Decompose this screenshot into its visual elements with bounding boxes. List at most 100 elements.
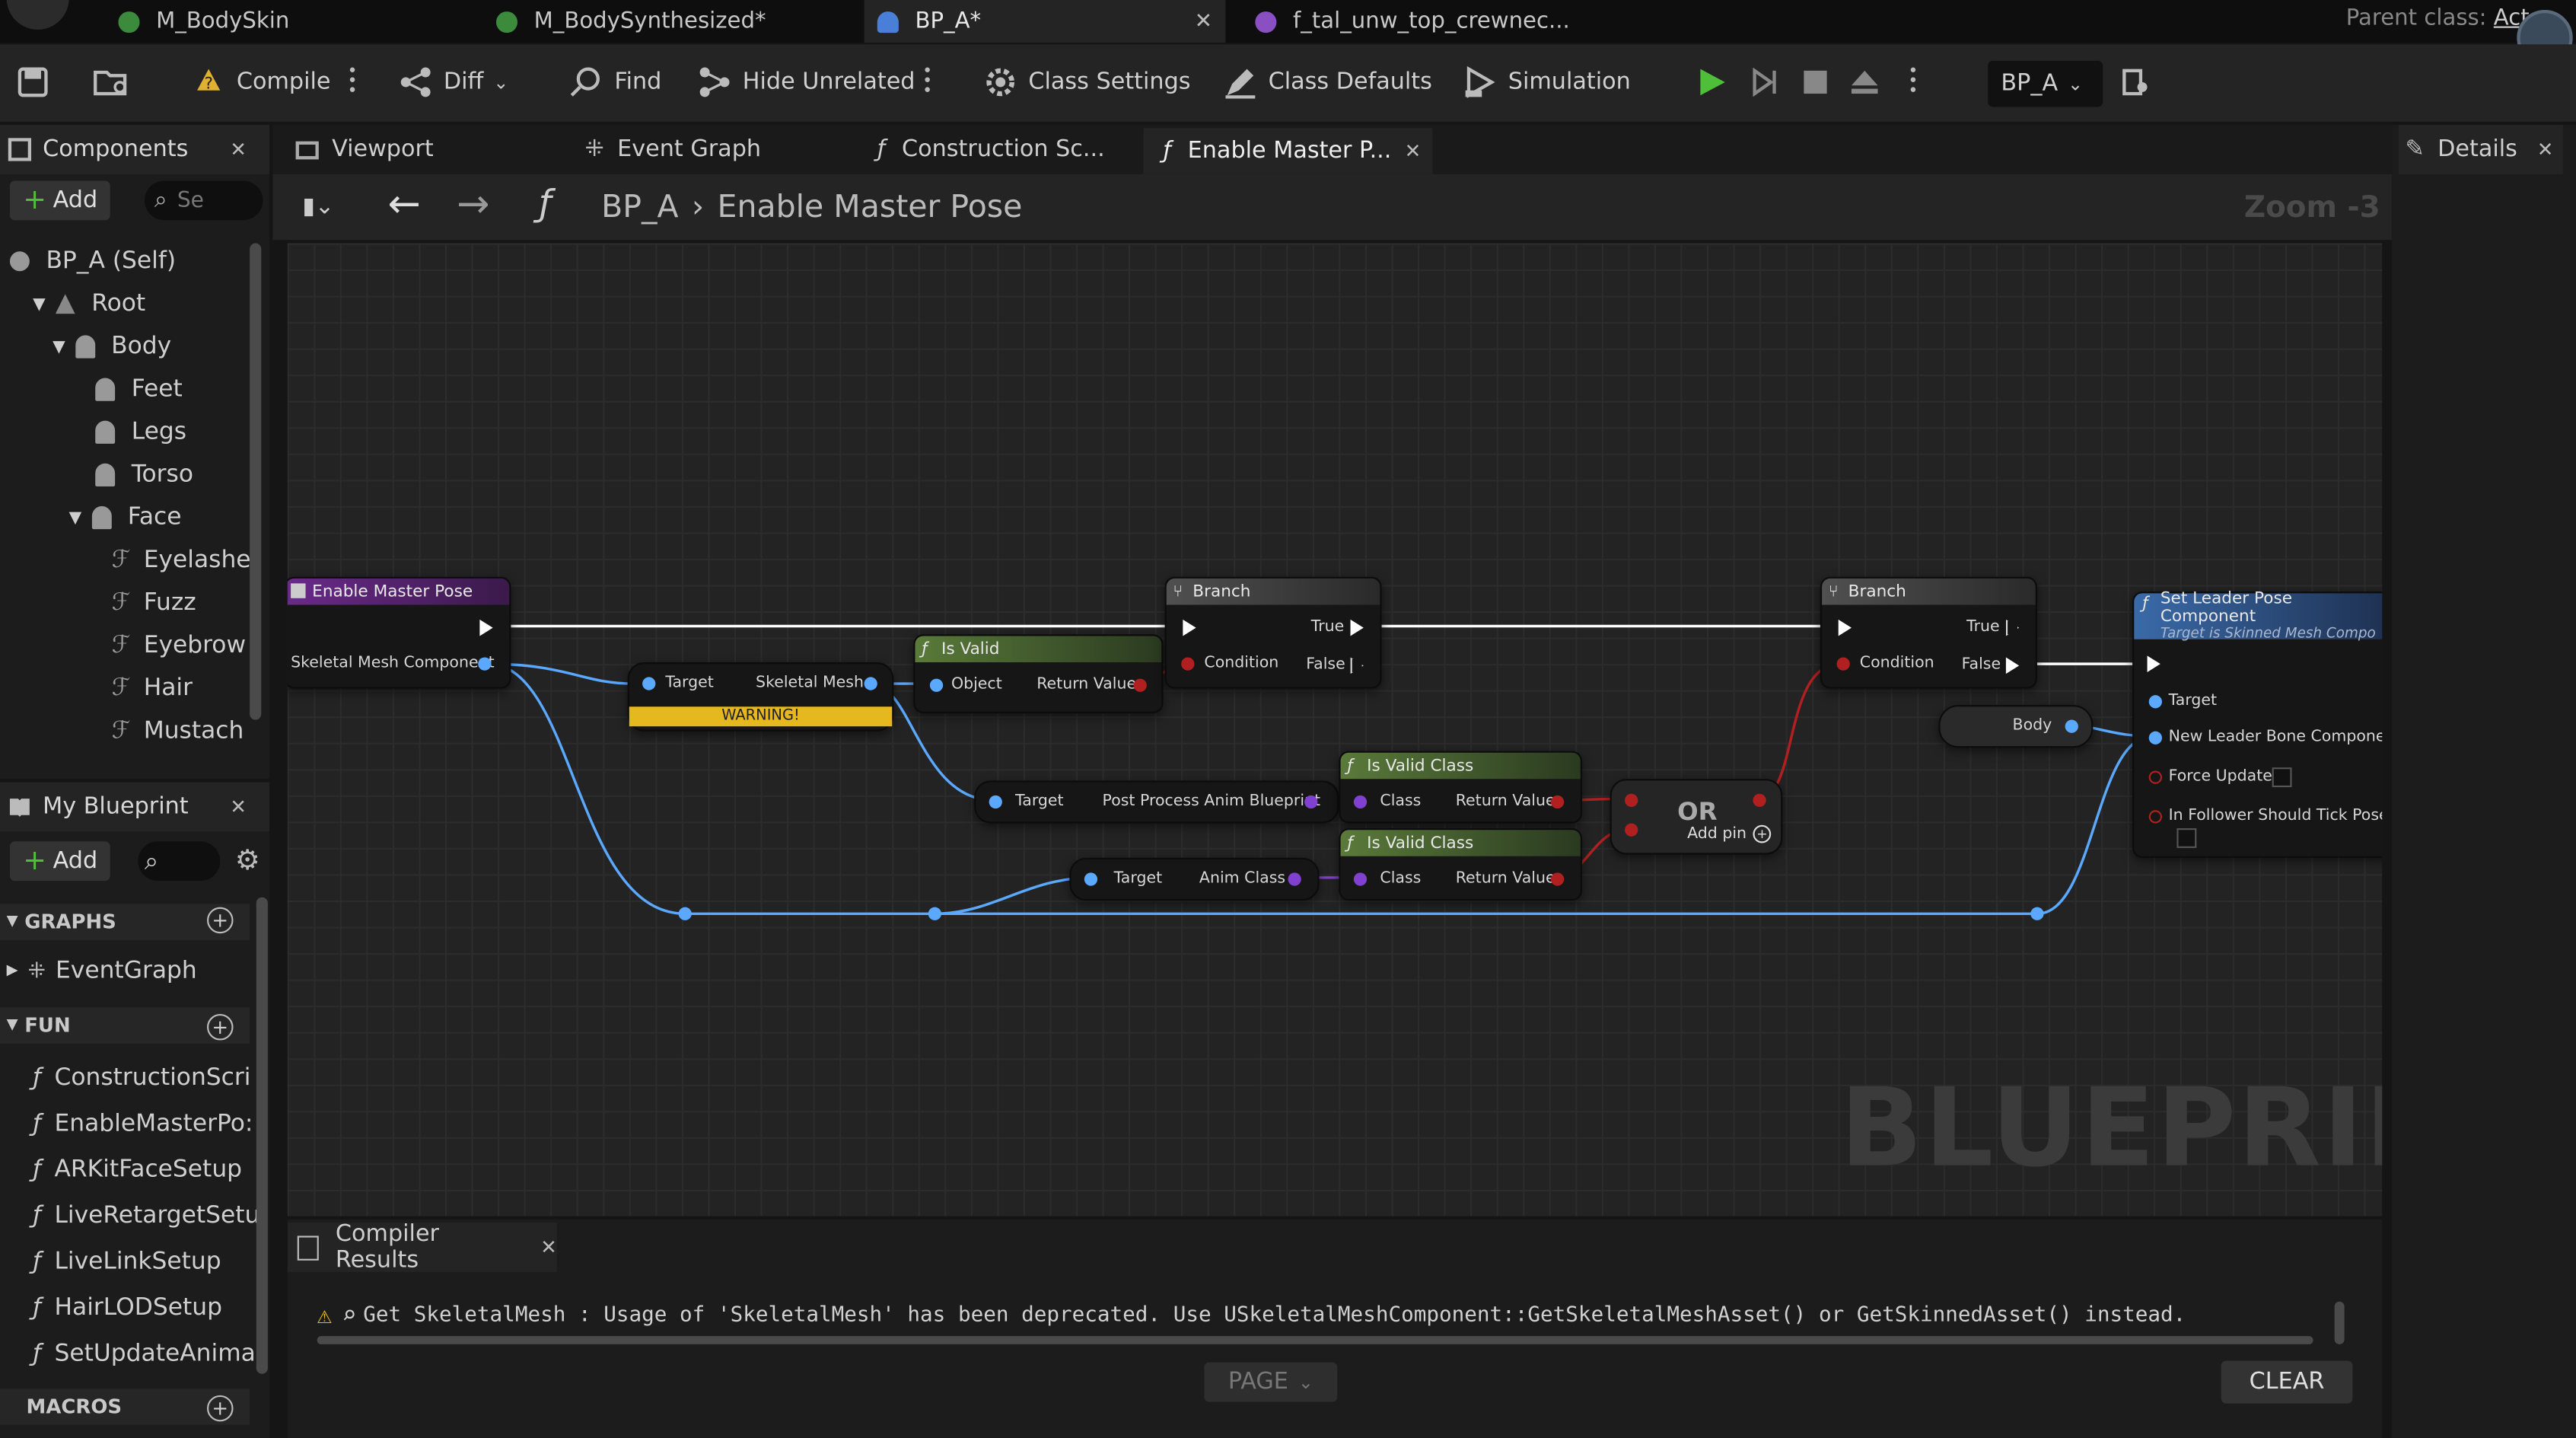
close-icon[interactable]: ✕ bbox=[1195, 9, 1213, 33]
class-settings-button[interactable]: Class Settings bbox=[982, 62, 1191, 102]
return-value-pin[interactable] bbox=[1550, 872, 1565, 886]
more-options-icon[interactable] bbox=[925, 67, 931, 97]
tree-item-hair[interactable]: ℱ Hair bbox=[112, 667, 193, 709]
play-options-icon[interactable] bbox=[1910, 67, 1918, 97]
or-out-pin[interactable] bbox=[1753, 793, 1766, 807]
find-button[interactable]: Find bbox=[568, 62, 661, 102]
macros-section[interactable]: MACROS bbox=[27, 1389, 122, 1424]
tree-item-fuzz[interactable]: ℱ Fuzz bbox=[112, 582, 196, 624]
close-icon[interactable]: ✕ bbox=[230, 138, 247, 161]
skeletal-mesh-component-pin[interactable] bbox=[478, 657, 492, 671]
target-pin[interactable] bbox=[1084, 872, 1098, 886]
node-set-leader-pose-component[interactable]: ƒ Set Leader Pose Component Target is Sk… bbox=[2132, 590, 2383, 858]
function-item-liveretargetsetup[interactable]: ƒ LiveRetargetSetu bbox=[33, 1194, 260, 1237]
true-exec-pin[interactable] bbox=[2006, 620, 2019, 636]
details-tab[interactable]: ✎ Details ✕ bbox=[2398, 125, 2563, 174]
node-get-anim-class[interactable]: Target Anim Class bbox=[1069, 857, 1320, 901]
tab-viewport[interactable]: Viewport bbox=[295, 125, 434, 174]
compiler-horizontal-scrollbar[interactable] bbox=[317, 1336, 2313, 1344]
graphs-section[interactable]: ▼ GRAPHS bbox=[7, 904, 116, 939]
function-item-enablemasterpose[interactable]: ƒ EnableMasterPo: bbox=[33, 1103, 253, 1146]
node-branch-2[interactable]: ⑂ Branch True Condition False bbox=[1820, 576, 2037, 689]
save-button[interactable] bbox=[17, 62, 59, 102]
tab-construction-script[interactable]: ƒ Construction Sc... bbox=[877, 125, 1105, 174]
class-pin[interactable] bbox=[1353, 872, 1368, 886]
compiler-results-tab[interactable]: Compiler Results ✕ bbox=[287, 1221, 557, 1274]
close-icon[interactable]: ✕ bbox=[2537, 138, 2554, 161]
exec-in-pin[interactable] bbox=[2147, 655, 2160, 672]
follower-tick-checkbox[interactable] bbox=[2176, 828, 2197, 848]
return-value-pin[interactable] bbox=[1133, 678, 1147, 692]
node-is-valid-class-1[interactable]: ƒ Is Valid Class Class Return Value bbox=[1339, 751, 1582, 824]
breadcrumb-root[interactable]: BP_A bbox=[601, 189, 678, 225]
close-icon[interactable]: ✕ bbox=[230, 796, 247, 818]
condition-pin[interactable] bbox=[1181, 657, 1195, 671]
browse-button[interactable] bbox=[92, 62, 142, 102]
blueprint-graph-canvas[interactable]: Enable Master Pose Skeletal Mesh Compone… bbox=[287, 243, 2383, 1216]
tree-item-feet[interactable]: Feet bbox=[95, 368, 183, 411]
node-get-post-process-anim-bp[interactable]: Target Post Process Anim Blueprint bbox=[974, 780, 1339, 824]
stop-button[interactable] bbox=[1801, 62, 1840, 102]
target-pin[interactable] bbox=[989, 795, 1002, 809]
doc-tab-m-bodyskin[interactable]: M_BodySkin bbox=[118, 0, 463, 43]
add-graph-icon[interactable]: + bbox=[207, 907, 234, 934]
tree-item-mustache[interactable]: ℱ Mustach bbox=[112, 710, 244, 753]
settings-gear-icon[interactable]: ⚙ bbox=[235, 845, 260, 878]
collapse-arrow-icon[interactable]: ▼ bbox=[69, 509, 82, 527]
collapse-arrow-icon[interactable]: ▼ bbox=[33, 295, 46, 314]
simulation-button[interactable]: Simulation bbox=[1462, 62, 1631, 102]
tree-item-torso[interactable]: Torso bbox=[95, 454, 193, 496]
debug-find-button[interactable] bbox=[2119, 62, 2162, 102]
tree-item-root[interactable]: ▼ Root bbox=[33, 282, 145, 325]
play-button[interactable] bbox=[1696, 62, 1738, 102]
page-select[interactable]: PAGE ⌄ bbox=[1204, 1362, 1338, 1402]
body-out-pin[interactable] bbox=[2065, 719, 2078, 733]
tree-item-self[interactable]: BP_A (Self) bbox=[9, 240, 176, 282]
search-icon[interactable]: ⌕ bbox=[342, 1300, 356, 1330]
force-update-checkbox[interactable] bbox=[2272, 767, 2292, 788]
clear-button[interactable]: CLEAR bbox=[2221, 1360, 2353, 1404]
node-get-skeletal-mesh[interactable]: Target Skeletal Mesh WARNING! bbox=[627, 662, 894, 732]
object-pin[interactable] bbox=[929, 678, 944, 692]
node-enable-master-pose-entry[interactable]: Enable Master Pose Skeletal Mesh Compone… bbox=[287, 576, 511, 689]
skeletal-mesh-out-pin[interactable] bbox=[864, 677, 877, 690]
function-item-livelinksetup[interactable]: ƒ LiveLinkSetup bbox=[33, 1241, 221, 1283]
components-search-input[interactable]: ⌕ Se bbox=[144, 180, 263, 221]
node-is-valid-class-2[interactable]: ƒ Is Valid Class Class Return Value bbox=[1339, 828, 1582, 901]
forward-arrow-icon[interactable]: → bbox=[457, 180, 489, 226]
graph-item-eventgraph[interactable]: ▶ ⁜ EventGraph bbox=[7, 950, 197, 993]
function-item-constructionscript[interactable]: ƒ ConstructionScri bbox=[33, 1057, 250, 1099]
add-component-button[interactable]: + Add bbox=[9, 180, 111, 221]
or-b-pin[interactable] bbox=[1625, 823, 1638, 837]
post-process-anim-bp-pin[interactable] bbox=[1304, 795, 1318, 809]
collapse-arrow-icon[interactable]: ▼ bbox=[53, 338, 65, 356]
false-exec-pin[interactable] bbox=[1351, 658, 1364, 674]
tree-item-legs[interactable]: Legs bbox=[95, 411, 186, 454]
close-icon[interactable]: ✕ bbox=[540, 1236, 557, 1258]
tree-item-eyebrow[interactable]: ℱ Eyebrow bbox=[112, 624, 246, 667]
tree-item-body[interactable]: ▼ Body bbox=[53, 325, 171, 368]
function-item-setupdateanim[interactable]: ƒ SetUpdateAnima bbox=[33, 1333, 256, 1376]
function-item-hairlodsetup[interactable]: ƒ HairLODSetup bbox=[33, 1287, 222, 1329]
my-blueprint-search-input[interactable]: ⌕ bbox=[138, 841, 221, 882]
exec-in-pin[interactable] bbox=[1838, 619, 1852, 636]
compile-options-icon[interactable] bbox=[349, 67, 357, 97]
return-value-pin[interactable] bbox=[1550, 795, 1565, 809]
blueprint-debug-select[interactable]: BP_A ⌄ bbox=[1988, 60, 2103, 107]
add-pin-button[interactable]: Add pin + bbox=[1687, 824, 1772, 843]
true-exec-pin[interactable] bbox=[1350, 619, 1364, 636]
add-function-icon[interactable]: + bbox=[207, 1013, 234, 1041]
back-arrow-icon[interactable]: ← bbox=[387, 180, 420, 226]
compile-button[interactable]: ? Compile bbox=[190, 62, 330, 102]
new-leader-pin[interactable] bbox=[2148, 731, 2162, 745]
node-is-valid[interactable]: ƒ Is Valid Object Return Value bbox=[913, 634, 1164, 713]
add-macro-icon[interactable]: + bbox=[207, 1395, 234, 1422]
class-pin[interactable] bbox=[1353, 795, 1368, 809]
target-pin[interactable] bbox=[642, 677, 656, 690]
follower-tick-pin[interactable] bbox=[2148, 810, 2162, 824]
tab-event-graph[interactable]: ⁜ Event Graph bbox=[585, 125, 761, 174]
exec-out-pin[interactable] bbox=[479, 619, 493, 636]
or-a-pin[interactable] bbox=[1625, 793, 1638, 807]
eject-button[interactable] bbox=[1848, 62, 1891, 102]
add-member-button[interactable]: + Add bbox=[9, 841, 111, 882]
